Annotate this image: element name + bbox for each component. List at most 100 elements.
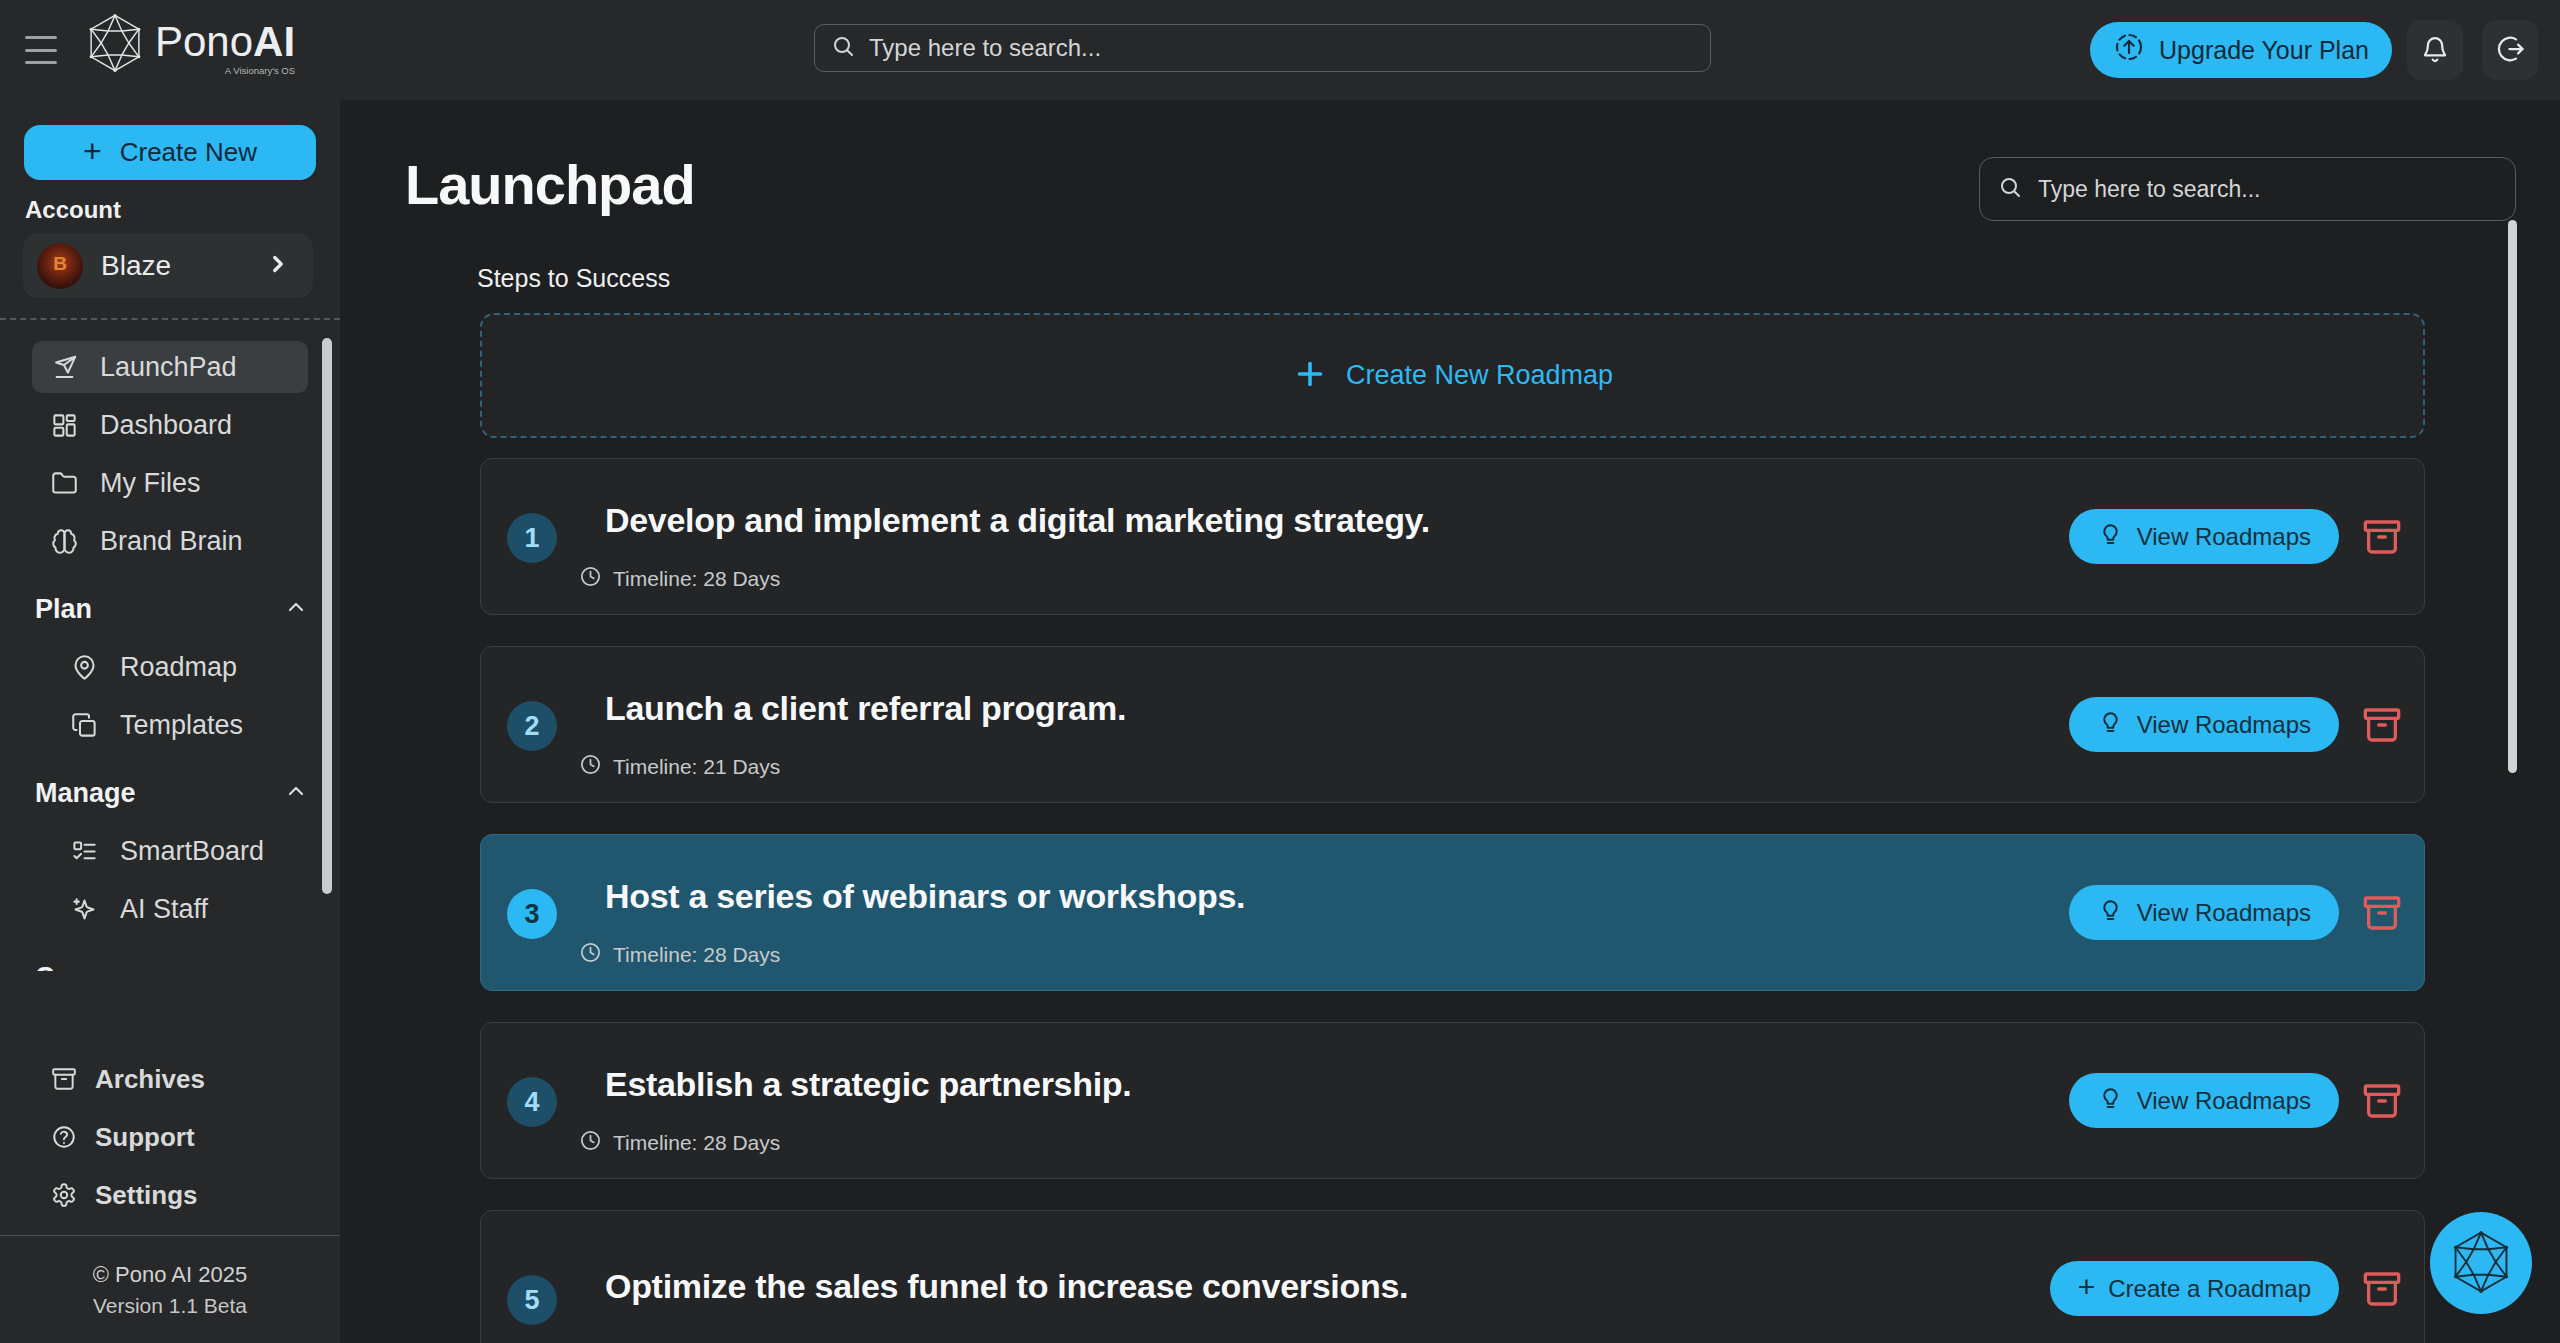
sidebar-item-brand-brain[interactable]: Brand Brain <box>0 512 340 570</box>
notifications-button[interactable] <box>2407 20 2463 80</box>
clock-icon <box>579 753 602 781</box>
main-content: Launchpad Steps to Success Create New Ro… <box>340 100 2560 1343</box>
sidebar-scrollbar[interactable] <box>322 338 332 894</box>
lightbulb-icon <box>2097 1084 2124 1117</box>
step-title: Establish a strategic partnership. <box>605 1065 1131 1104</box>
step-timeline: Timeline: 21 Days <box>579 753 780 781</box>
archive-step-button[interactable] <box>2360 1267 2404 1313</box>
version: Version 1.1 Beta <box>0 1294 340 1318</box>
create-new-button[interactable]: + Create New <box>24 125 316 180</box>
plus-icon: + <box>83 133 102 170</box>
create-new-roadmap-button[interactable]: Create New Roadmap <box>480 313 2425 438</box>
step-card-5: 5 Optimize the sales funnel to increase c… <box>480 1210 2425 1343</box>
sparkles-icon <box>70 896 98 923</box>
step-card-3: 3 Host a series of webinars or workshops.… <box>480 834 2425 991</box>
step-number-badge: 3 <box>507 889 557 939</box>
logo: PonoAI A Visionary's OS <box>85 13 295 76</box>
step-number-badge: 2 <box>507 701 557 751</box>
step-timeline: Timeline: 28 Days <box>579 565 780 593</box>
avatar <box>37 243 83 289</box>
sidebar-item-launchpad[interactable]: LaunchPad <box>0 338 340 396</box>
logo-icon <box>2449 1230 2513 1297</box>
step-title: Optimize the sales funnel to increase co… <box>605 1267 1408 1306</box>
copyright: © Pono AI 2025 <box>0 1262 340 1288</box>
page-search-input[interactable] <box>2038 176 2497 203</box>
step-timeline: Timeline: 28 Days <box>579 941 780 969</box>
lightbulb-icon <box>2097 708 2124 741</box>
logout-button[interactable] <box>2482 20 2538 80</box>
clock-icon <box>579 941 602 969</box>
gear-icon <box>50 1182 78 1208</box>
plus-icon <box>1292 356 1328 396</box>
clock-icon <box>579 565 602 593</box>
global-search-input[interactable] <box>869 34 1694 62</box>
logout-icon <box>2495 34 2525 67</box>
sidebar-item-archives[interactable]: Archives <box>0 1050 340 1108</box>
archive-icon <box>2362 705 2402 748</box>
step-card-2: 2 Launch a client referral program. Timeli… <box>480 646 2425 803</box>
sidebar-item-smartboard[interactable]: SmartBoard <box>0 822 340 880</box>
step-card-1: 1Develop and implement a digital marketi… <box>480 458 2425 615</box>
archive-icon <box>2362 517 2402 560</box>
assistant-fab-button[interactable] <box>2430 1212 2532 1314</box>
chevron-right-icon <box>265 251 291 281</box>
sidebar-item-settings[interactable]: Settings <box>0 1166 340 1224</box>
step-card-4: 4Establish a strategic partnership.Timel… <box>480 1022 2425 1179</box>
page-search <box>1979 157 2516 221</box>
map-pin-icon <box>70 654 98 681</box>
brand-name: PonoAI <box>155 13 295 71</box>
archive-icon <box>2362 1269 2402 1312</box>
step-title: Develop and implement a digital marketin… <box>605 501 1430 540</box>
archive-step-button[interactable] <box>2360 703 2404 749</box>
chevron-up-icon[interactable] <box>284 779 308 807</box>
nav-section-plan: Plan <box>0 580 340 638</box>
archive-icon <box>2362 1081 2402 1124</box>
sidebar-nav: LaunchPadDashboardMy FilesBrand Brain Pla… <box>0 338 340 971</box>
view-roadmaps-button[interactable]: View Roadmaps <box>2069 1073 2339 1128</box>
archive-icon <box>2362 893 2402 936</box>
menu-icon[interactable] <box>25 36 57 64</box>
sidebar-item-ai-staff[interactable]: AI Staff <box>0 880 340 938</box>
step-number-badge: 5 <box>507 1275 557 1325</box>
sidebar-footer-nav: ArchivesSupportSettings <box>0 1050 340 1224</box>
sidebar-item-support[interactable]: Support <box>0 1108 340 1166</box>
account-selector[interactable]: Blaze <box>23 233 313 298</box>
search-icon <box>831 34 855 62</box>
lightbulb-icon <box>2097 896 2124 929</box>
logo-icon <box>85 13 145 76</box>
sidebar-item-roadmap[interactable]: Roadmap <box>0 638 340 696</box>
launchpad-icon <box>50 354 78 381</box>
step-number-badge: 4 <box>507 1077 557 1127</box>
archive-step-button[interactable] <box>2360 515 2404 561</box>
copy-icon <box>70 712 98 739</box>
account-name: Blaze <box>101 250 171 282</box>
create-a-roadmap-button[interactable]: +Create a Roadmap <box>2050 1261 2339 1316</box>
account-label: Account <box>25 196 121 224</box>
lightbulb-icon <box>2097 520 2124 553</box>
help-icon <box>50 1124 78 1150</box>
divider <box>0 318 340 320</box>
sidebar-item-dashboard[interactable]: Dashboard <box>0 396 340 454</box>
step-title: Host a series of webinars or workshops. <box>605 877 1245 916</box>
divider <box>0 1235 340 1236</box>
view-roadmaps-button[interactable]: View Roadmaps <box>2069 509 2339 564</box>
list-todo-icon <box>70 838 98 865</box>
clock-icon <box>579 1129 602 1157</box>
sidebar-item-my-files[interactable]: My Files <box>0 454 340 512</box>
sidebar-item-templates[interactable]: Templates <box>0 696 340 754</box>
dashboard-icon <box>50 412 78 439</box>
section-title: Steps to Success <box>477 264 670 293</box>
archive-step-button[interactable] <box>2360 1079 2404 1125</box>
chevron-up-icon[interactable] <box>284 595 308 623</box>
upgrade-plan-button[interactable]: Upgrade Your Plan <box>2090 22 2392 78</box>
page-title: Launchpad <box>405 152 695 217</box>
step-title: Launch a client referral program. <box>605 689 1126 728</box>
view-roadmaps-button[interactable]: View Roadmaps <box>2069 697 2339 752</box>
archive-step-button[interactable] <box>2360 891 2404 937</box>
sidebar: + Create New Account Blaze LaunchPadDash… <box>0 100 340 1343</box>
search-icon <box>1998 175 2022 203</box>
bell-icon <box>2420 34 2450 67</box>
view-roadmaps-button[interactable]: View Roadmaps <box>2069 885 2339 940</box>
nav-section-partial: C <box>0 948 340 971</box>
scrollbar[interactable] <box>2508 220 2517 773</box>
